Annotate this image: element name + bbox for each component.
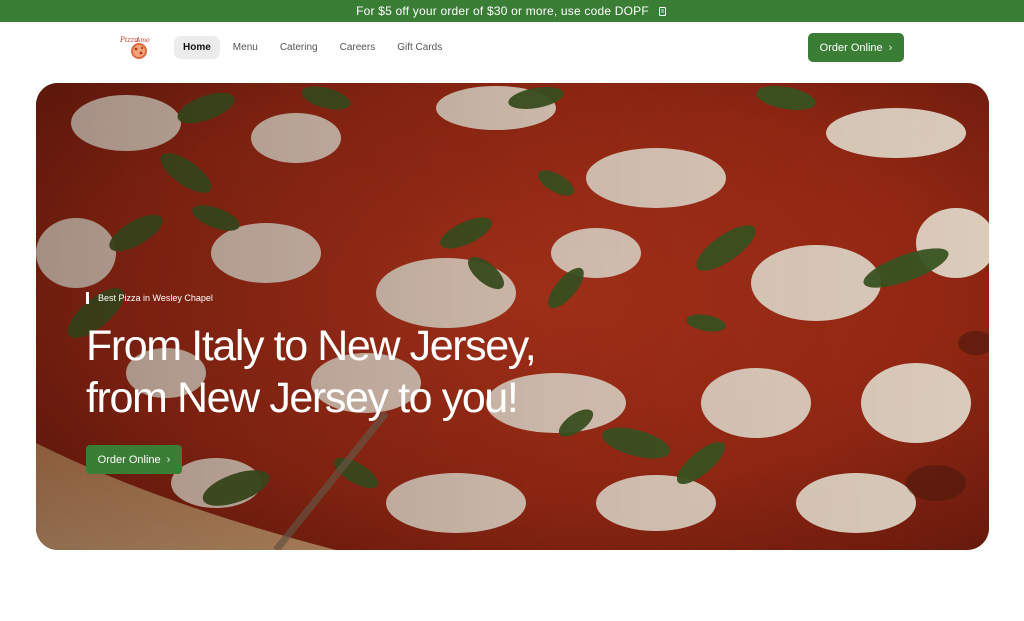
chevron-right-icon: › <box>166 453 171 466</box>
hero-section: Best Pizza in Wesley Chapel From Italy t… <box>36 83 989 550</box>
tagline-bar <box>86 292 89 304</box>
chevron-right-icon: › <box>888 41 893 54</box>
hero-title: From Italy to New Jersey, from New Jerse… <box>86 320 646 424</box>
nav-item-menu[interactable]: Menu <box>224 36 267 59</box>
hero-order-label: Order Online <box>97 453 161 466</box>
nav-item-gift-cards[interactable]: Gift Cards <box>388 36 451 59</box>
svg-text:Amo: Amo <box>135 37 150 44</box>
hero-order-online-button[interactable]: Order Online › <box>86 445 182 474</box>
nav-item-home[interactable]: Home <box>174 36 220 59</box>
promo-text: For $5 off your order of $30 or more, us… <box>356 4 649 18</box>
hero-overlay <box>36 83 989 550</box>
nav-item-catering[interactable]: Catering <box>271 36 327 59</box>
nav-item-careers[interactable]: Careers <box>331 36 385 59</box>
site-header: Pizza Amo Home Menu Catering Careers Gif… <box>0 22 1024 74</box>
main-nav: Home Menu Catering Careers Gift Cards <box>174 36 451 59</box>
hero-tagline-text: Best Pizza in Wesley Chapel <box>98 293 213 303</box>
hero-title-line2: from New Jersey to you! <box>86 374 519 422</box>
header-order-online-button[interactable]: Order Online › <box>808 33 904 62</box>
hero-title-line1: From Italy to New Jersey, <box>86 322 537 370</box>
hero-tagline: Best Pizza in Wesley Chapel <box>86 292 213 304</box>
restaurant-logo[interactable]: Pizza Amo <box>118 33 156 61</box>
header-order-label: Order Online <box>819 41 883 54</box>
promo-banner: For $5 off your order of $30 or more, us… <box>0 0 1024 22</box>
copy-icon[interactable] <box>657 6 668 17</box>
